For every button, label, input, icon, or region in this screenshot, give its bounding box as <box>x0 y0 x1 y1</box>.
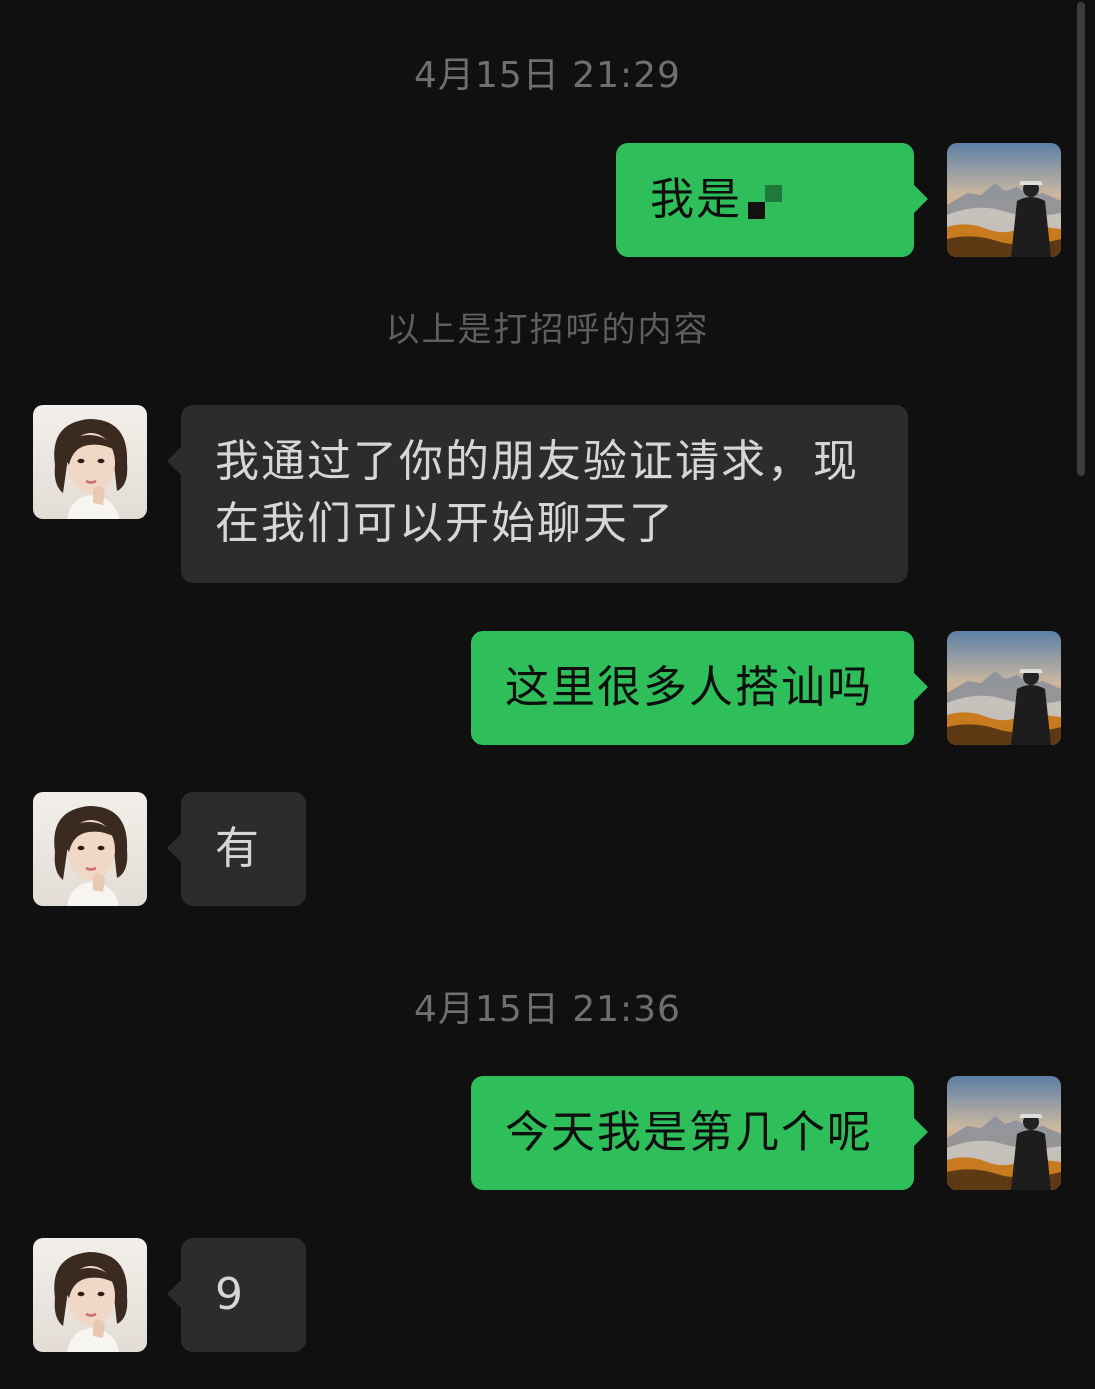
contact-avatar[interactable] <box>33 405 147 519</box>
woman-portrait-avatar-icon <box>33 792 147 906</box>
incoming-message-bubble[interactable]: 有 <box>167 792 306 906</box>
mountain-sunrise-avatar-icon <box>947 1076 1061 1190</box>
mountain-sunrise-avatar-icon <box>947 143 1061 257</box>
outgoing-message-bubble[interactable]: 我是 <box>616 143 928 257</box>
my-avatar[interactable] <box>947 143 1061 257</box>
message-text: 我是 <box>650 174 742 225</box>
message-text: 这里很多人搭讪吗 <box>505 662 873 713</box>
message-text: 我通过了你的朋友验证请求，现在我们可以开始聊天了 <box>215 436 859 549</box>
outgoing-message-bubble[interactable]: 今天我是第几个呢 <box>471 1076 928 1190</box>
pixelated-redaction-icon <box>748 185 788 219</box>
message-text: 今天我是第几个呢 <box>505 1107 873 1158</box>
message-text: 有 <box>215 823 261 874</box>
message-text: 9 <box>215 1269 245 1320</box>
my-avatar[interactable] <box>947 1076 1061 1190</box>
timestamp: 4月15日 21:29 <box>414 55 681 96</box>
incoming-message-bubble[interactable]: 我通过了你的朋友验证请求，现在我们可以开始聊天了 <box>167 405 908 583</box>
mountain-sunrise-avatar-icon <box>947 631 1061 745</box>
woman-portrait-avatar-icon <box>33 1238 147 1352</box>
contact-avatar[interactable] <box>33 1238 147 1352</box>
woman-portrait-avatar-icon <box>33 405 147 519</box>
timestamp: 4月15日 21:36 <box>414 989 681 1030</box>
my-avatar[interactable] <box>947 631 1061 745</box>
contact-avatar[interactable] <box>33 792 147 906</box>
incoming-message-bubble[interactable]: 9 <box>167 1238 306 1352</box>
greeting-system-note: 以上是打招呼的内容 <box>385 310 710 350</box>
outgoing-message-bubble[interactable]: 这里很多人搭讪吗 <box>471 631 928 745</box>
